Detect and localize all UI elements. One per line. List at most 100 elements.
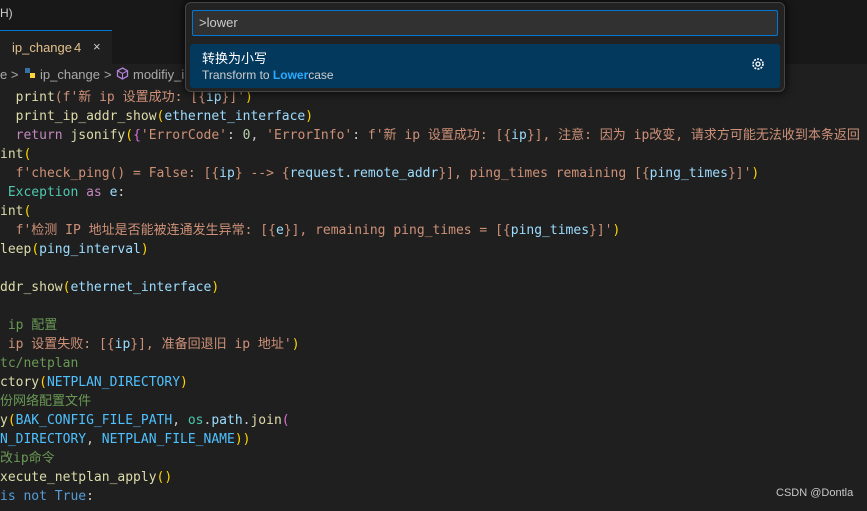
code-token: )) [234,432,251,447]
code-line[interactable]: ip 配置 [0,316,58,335]
code-token: os [187,413,204,428]
watermark: CSDN @Dontla [776,487,854,499]
code-line[interactable]: Exception as e: [0,183,125,202]
code-token: ) [305,109,314,124]
code-line[interactable]: tc/netplan [0,354,78,373]
code-token: e [275,223,284,238]
code-token: , [86,432,102,447]
code-token: f'新 ip 设置成功: [{ [367,128,512,143]
code-token: : [227,128,243,143]
code-token: 'ErrorCode' [140,128,227,143]
command-title: 转换为小写 [202,51,268,66]
gear-icon[interactable] [750,56,766,72]
code-token: ( [281,413,290,428]
code-token: ethernet_interface [70,280,212,295]
code-token: int [0,147,24,162]
code-line[interactable]: print_ip_addr_show(ethernet_interface) [0,107,313,126]
code-token: not [23,489,55,504]
code-token: : [86,489,94,504]
code-line[interactable]: N_DIRECTORY, NETPLAN_FILE_NAME)) [0,430,250,449]
code-token: ping_times [510,223,590,238]
code-token: leep [0,242,32,257]
code-token: ( [125,128,134,143]
code-token: ( [23,147,32,162]
code-token: is [0,489,24,504]
code-line[interactable]: leep(ping_interval) [0,240,149,259]
code-token: NETPLAN_DIRECTORY [46,375,181,390]
code-line[interactable]: ctory(NETPLAN_DIRECTORY) [0,373,188,392]
code-token: print [15,90,55,105]
code-token: path [211,413,243,428]
code-token: return [15,128,71,143]
code-token: }]' [727,166,752,181]
code-line[interactable]: y(BAK_CONFIG_FILE_PATH, os.path.join( [0,411,290,430]
command-palette-input[interactable]: >lower [192,10,778,36]
code-line[interactable]: 份网络配置文件 [0,392,91,411]
code-token: ethernet_interface [164,109,306,124]
code-token: }], 注意: 因为 ip改变, 请求方可能无法收到本条返回 [526,128,860,143]
code-token: Exception [7,185,79,200]
code-token: ( [23,204,32,219]
code-token: print_ip_addr_show [15,109,157,124]
match-highlight: Lower [272,68,309,82]
breadcrumb-symbol[interactable]: modifiy_i [133,67,184,82]
code-token: 改ip命令 [0,451,55,466]
code-token: ping_interval [39,242,141,257]
code-token: ip [219,166,235,181]
code-token: tc/netplan [0,356,79,371]
code-token: 份网络配置文件 [0,394,92,409]
code-token: ) [245,90,253,105]
symbol-method-icon [116,67,129,83]
code-token: ( [31,242,40,257]
code-line[interactable]: 改ip命令 [0,449,55,468]
code-editor[interactable]: print(f'新 ip 设置成功: [{ip}]') print_ip_add… [0,86,867,511]
menu-fragment[interactable]: H) [0,6,13,20]
code-token: ) [211,280,220,295]
code-token: , [172,413,188,428]
code-token: ddr_show [0,280,63,295]
code-token: ping_times [649,166,728,181]
breadcrumb-file[interactable]: ip_change [40,67,100,82]
command-palette: >lower 转换为小写 Transform to Lowercase [185,2,785,92]
code-token: ) [751,166,760,181]
code-line[interactable]: int( [0,145,31,164]
code-token: ip 配置 [0,318,58,333]
code-token: y [0,413,8,428]
command-result-item[interactable]: 转换为小写 Transform to Lowercase [190,44,780,88]
tab-ip-change[interactable]: ip_change 4 × [0,30,112,64]
code-token: xecute_netplan_apply [0,470,157,485]
code-token: ip [511,128,527,143]
code-token: NETPLAN_FILE_NAME [101,432,235,447]
breadcrumb-separator-2: > [104,67,112,82]
code-token: request.remote_addr [289,166,439,181]
code-token: }]' [589,223,613,238]
code-token: ip [205,90,222,105]
tab-label: ip_change [12,40,72,55]
code-token: f'检测 IP 地址是否能被连通发生异常: [{ [15,223,276,238]
code-token: int [0,204,24,219]
code-token: True [54,489,87,504]
code-line[interactable]: f'check_ping() = False: [{ip} --> {reque… [0,164,760,183]
code-token: ( [39,375,47,390]
code-line[interactable]: ip 设置失败: [{ip}], 准备回退旧 ip 地址') [0,335,300,354]
code-token: ) [140,242,149,257]
code-token: f'check_ping() = False: [{ [15,166,220,181]
code-token: }], ping_times remaining [{ [438,166,650,181]
problem-count-badge: 4 [74,40,82,55]
code-token: { [133,128,141,143]
python-file-icon [24,67,36,82]
code-token: ) [180,375,188,390]
code-line[interactable]: is not True: [0,487,94,506]
code-token: }], 准备回退旧 ip 地址' [130,337,292,352]
code-line[interactable]: return jsonify({'ErrorCode': 0, 'ErrorIn… [0,126,860,145]
code-line[interactable]: int( [0,202,31,221]
code-line[interactable]: xecute_netplan_apply() [0,468,172,487]
code-line[interactable]: ddr_show(ethernet_interface) [0,278,219,297]
close-icon[interactable]: × [93,39,101,54]
code-line[interactable]: f'检测 IP 地址是否能被连通发生异常: [{e}], remaining p… [0,221,621,240]
